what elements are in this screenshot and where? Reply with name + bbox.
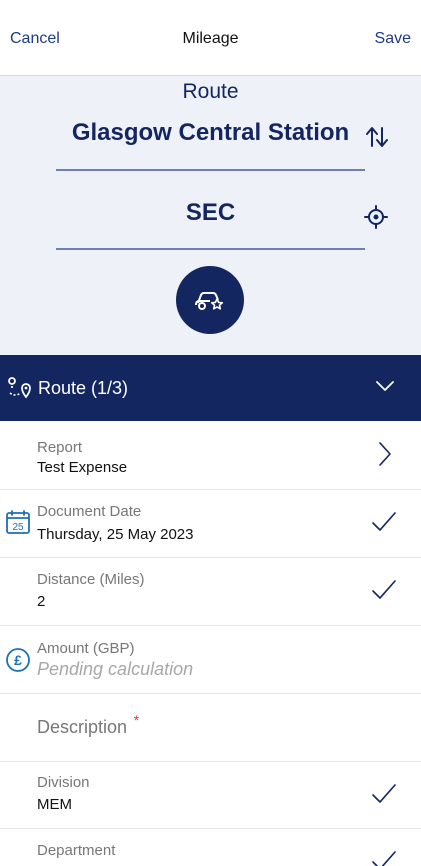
- route-section-header[interactable]: Route (1/3): [0, 355, 421, 421]
- check-icon: [372, 512, 396, 531]
- division-value: MEM: [37, 796, 72, 813]
- required-marker: *: [133, 712, 140, 728]
- amount-label: Amount (GBP): [37, 640, 135, 657]
- chevron-down-icon[interactable]: [375, 379, 395, 393]
- currency-symbol: £: [14, 652, 22, 668]
- check-icon: [372, 580, 396, 599]
- route-heading: Route: [182, 80, 239, 103]
- report-label: Report: [37, 439, 83, 456]
- department-label: Department: [37, 842, 116, 859]
- description-label-text: Description: [37, 717, 128, 737]
- locate-icon[interactable]: [364, 205, 388, 229]
- car-star-button[interactable]: [176, 266, 244, 334]
- from-location-field[interactable]: Glasgow Central Station: [56, 116, 365, 171]
- distance-label: Distance (Miles): [37, 571, 145, 588]
- report-row[interactable]: Report Test Expense: [0, 421, 421, 490]
- department-row[interactable]: Department: [0, 829, 421, 866]
- amount-value: Pending calculation: [37, 659, 194, 679]
- document-date-row[interactable]: 25 Document Date Thursday, 25 May 2023: [0, 490, 421, 558]
- calendar-day: 25: [12, 522, 24, 533]
- check-icon: [372, 851, 396, 866]
- chevron-right-icon: [379, 442, 391, 466]
- route-section-label: Route (1/3): [38, 378, 129, 398]
- route-panel: Route Glasgow Central Station SEC: [0, 76, 421, 355]
- save-button[interactable]: Save: [375, 30, 411, 48]
- to-location-value: SEC: [185, 199, 236, 226]
- distance-value: 2: [37, 593, 46, 610]
- page-title: Mileage: [182, 30, 239, 47]
- route-pin-icon: [8, 377, 31, 399]
- currency-icon: £: [6, 648, 30, 672]
- document-date-label: Document Date: [37, 503, 142, 520]
- description-row[interactable]: Description *: [0, 694, 421, 762]
- calendar-icon: 25: [6, 510, 30, 534]
- from-location-value: Glasgow Central Station: [71, 119, 350, 146]
- distance-row[interactable]: Distance (Miles) 2: [0, 558, 421, 626]
- to-location-field[interactable]: SEC: [56, 194, 365, 250]
- car-star-icon: [195, 292, 224, 310]
- division-label: Division: [37, 774, 90, 791]
- document-date-value: Thursday, 25 May 2023: [37, 526, 194, 543]
- division-row[interactable]: Division MEM: [0, 762, 421, 829]
- report-value: Test Expense: [37, 459, 128, 476]
- description-label: Description *: [37, 712, 139, 738]
- swap-icon[interactable]: [364, 124, 390, 150]
- amount-row[interactable]: £ Amount (GBP) Pending calculation: [0, 626, 421, 694]
- nav-bar: Cancel Mileage Save: [0, 0, 421, 76]
- check-icon: [372, 784, 396, 803]
